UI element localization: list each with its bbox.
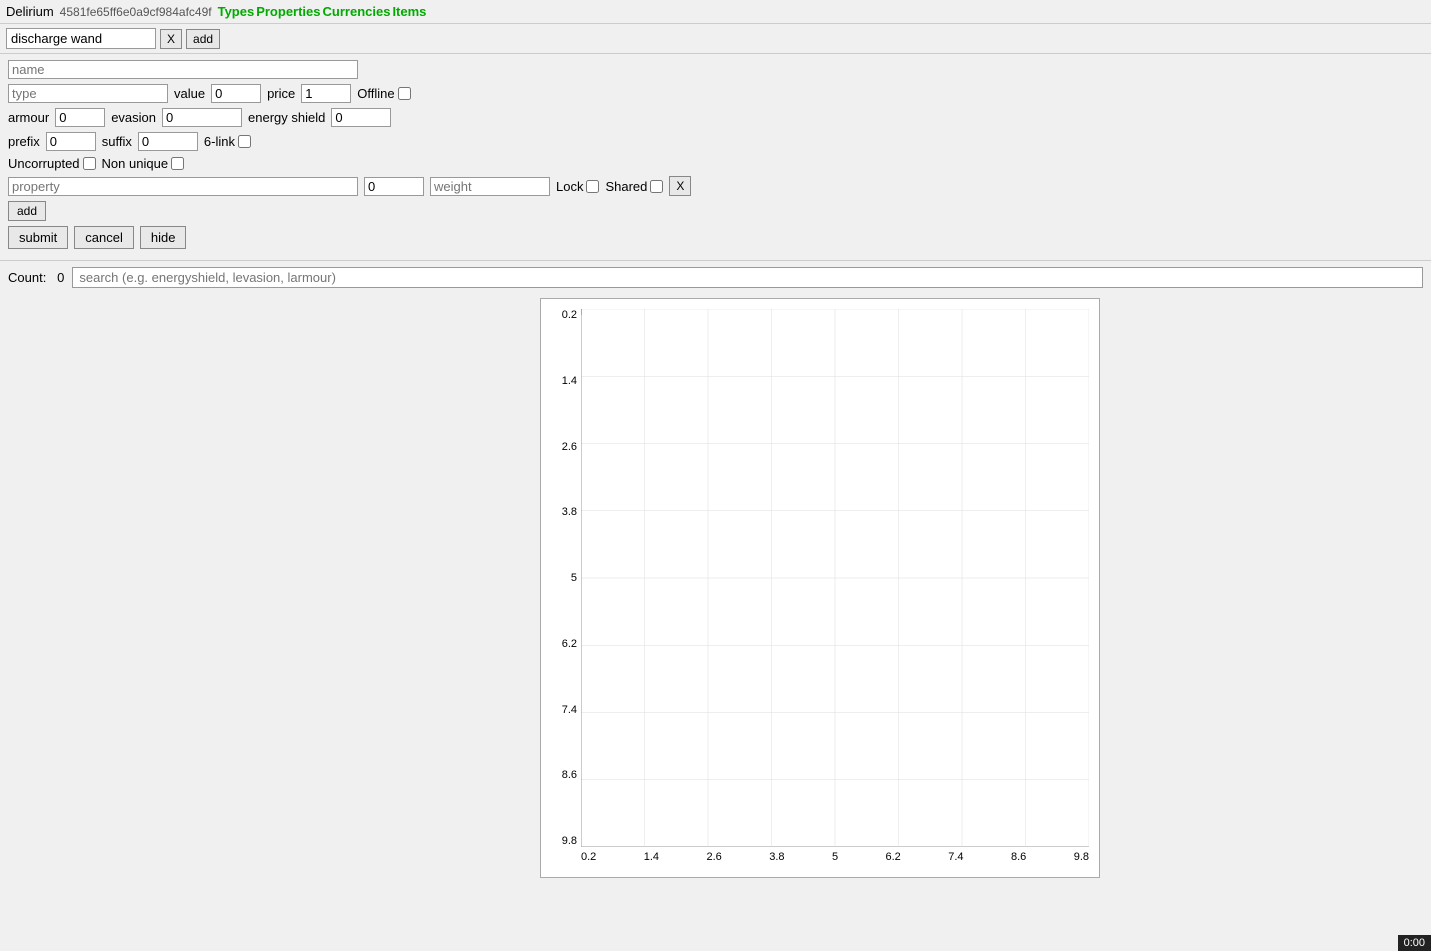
nav-currencies[interactable]: Currencies [323,4,391,19]
x-axis-label: 0.2 [581,851,596,863]
lock-checkbox[interactable] [586,180,599,193]
non-unique-label: Non unique [102,156,185,171]
x-axis-label: 6.2 [886,851,901,863]
y-axis-label: 9.8 [562,835,577,847]
y-axis-label: 0.2 [562,309,577,321]
suffix-input[interactable] [138,132,198,151]
prefix-label: prefix [8,134,40,149]
armour-input[interactable] [55,108,105,127]
hide-button[interactable]: hide [140,226,187,249]
shared-label: Shared [605,179,663,194]
x-axis-labels: 0.2 1.4 2.6 3.8 5 6.2 7.4 8.6 9.8 [581,847,1089,877]
time-badge: 0:00 [1398,935,1431,951]
six-link-checkbox[interactable] [238,135,251,148]
x-axis-label: 7.4 [948,851,963,863]
x-axis-label: 8.6 [1011,851,1026,863]
uncorrupted-checkbox[interactable] [83,157,96,170]
search-bar: X add [0,24,1431,54]
y-axis-label: 2.6 [562,441,577,453]
nav-links: Types Properties Currencies Items [218,4,427,19]
nav-items[interactable]: Items [392,4,426,19]
suffix-label: suffix [102,134,132,149]
app-title: Delirium [6,4,54,19]
x-button[interactable]: X [160,29,182,49]
nav-properties[interactable]: Properties [256,4,320,19]
count-search-row: Count: 0 [0,261,1431,294]
count-label: Count: 0 [8,270,64,285]
energy-shield-input[interactable] [331,108,391,127]
x-property-button[interactable]: X [669,176,691,196]
price-label: price [267,86,295,101]
value-label: value [174,86,205,101]
x-axis-label: 9.8 [1074,851,1089,863]
energy-shield-label: energy shield [248,110,325,125]
x-axis-label: 1.4 [644,851,659,863]
cancel-button[interactable]: cancel [74,226,134,249]
type-input[interactable] [8,84,168,103]
app-id: 4581fe65ff6e0a9cf984afc49f [60,5,212,19]
non-unique-checkbox[interactable] [171,157,184,170]
chart-svg [581,309,1089,847]
y-axis-label: 5 [571,572,577,584]
name-row [8,60,1423,79]
chart-container: 9.88.67.46.253.82.61.40.2 0. [540,298,1100,878]
shared-checkbox[interactable] [650,180,663,193]
value-input[interactable] [211,84,261,103]
armour-row: armour evasion energy shield [8,108,1423,127]
property-num-input[interactable] [364,177,424,196]
add-item-button[interactable]: add [186,29,220,49]
evasion-input[interactable] [162,108,242,127]
armour-label: armour [8,110,49,125]
submit-button[interactable]: submit [8,226,68,249]
x-axis-label: 2.6 [706,851,721,863]
item-search-input[interactable] [6,28,156,49]
form-section: value price Offline armour evasion energ… [0,54,1431,261]
weight-input[interactable] [430,177,550,196]
x-axis-label: 5 [832,851,838,863]
y-axis-label: 3.8 [562,506,577,518]
nav-types[interactable]: Types [218,4,255,19]
top-bar: Delirium 4581fe65ff6e0a9cf984afc49f Type… [0,0,1431,24]
x-axis-label: 3.8 [769,851,784,863]
offline-checkbox[interactable] [398,87,411,100]
add-property-row: add [8,201,1423,221]
lock-label: Lock [556,179,599,194]
price-input[interactable] [301,84,351,103]
name-input[interactable] [8,60,358,79]
type-value-row: value price Offline [8,84,1423,103]
prefix-row: prefix suffix 6-link [8,132,1423,151]
offline-label: Offline [357,86,410,101]
add-property-button[interactable]: add [8,201,46,221]
chart-inner [581,309,1089,847]
submit-row: submit cancel hide [8,226,1423,249]
property-row: Lock Shared X [8,176,1423,196]
y-axis-label: 7.4 [562,704,577,716]
y-axis-label: 6.2 [562,638,577,650]
y-axis-label: 1.4 [562,375,577,387]
evasion-label: evasion [111,110,156,125]
y-axis-label: 8.6 [562,769,577,781]
main-search-input[interactable] [72,267,1423,288]
six-link-label: 6-link [204,134,251,149]
prefix-input[interactable] [46,132,96,151]
uncorrupted-label: Uncorrupted [8,156,96,171]
property-input[interactable] [8,177,358,196]
uncorrupted-row: Uncorrupted Non unique [8,156,1423,171]
y-axis-labels: 9.8 8.6 7.4 6.2 5 3.8 2.6 1.4 0.2 [541,309,581,847]
